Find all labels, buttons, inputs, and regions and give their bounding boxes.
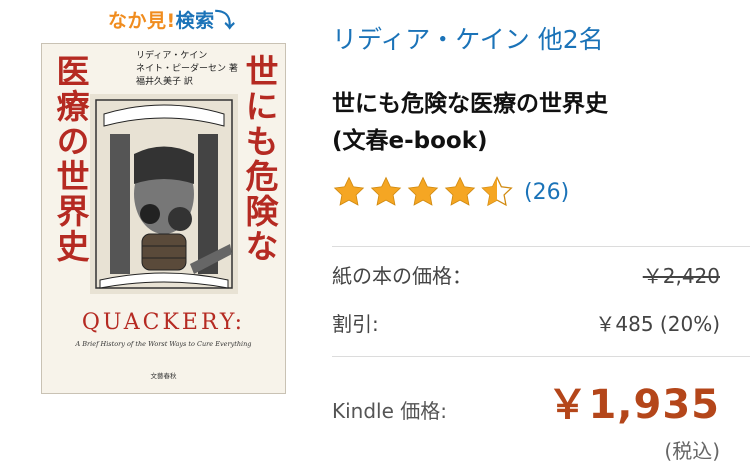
- search-label: 検索: [175, 10, 215, 32]
- cover-translator: 福井久美子 訳: [136, 77, 193, 87]
- author-link[interactable]: リディア・ケイン 他2名: [332, 20, 604, 56]
- star-full-icon: [444, 176, 476, 206]
- cover-title-left: 医療の世界史: [51, 54, 90, 264]
- rating-count-link[interactable]: (26): [524, 180, 569, 205]
- cover-english-title: QUACKERY:: [81, 310, 246, 335]
- star-full-icon: [407, 176, 439, 206]
- product-title-line2: (文春e-book): [332, 128, 488, 154]
- product-title: 世にも危険な医療の世界史 (文春e-book): [332, 86, 732, 160]
- kindle-price-label: Kindle 価格:: [332, 399, 447, 423]
- divider: [332, 356, 750, 357]
- print-price-row: 紙の本の価格： ￥2,420: [332, 260, 720, 289]
- rating-row[interactable]: (26): [332, 174, 569, 210]
- discount-label: 割引:: [332, 312, 379, 336]
- cover-authors: リディア・ケイン ネイト・ピーダーセン 著 福井久美子 訳: [136, 50, 246, 89]
- print-price-label: 紙の本の価格：: [332, 264, 472, 288]
- cover-engraving: [90, 94, 238, 294]
- look-inside-label: なか見!: [108, 10, 176, 32]
- print-price-value: ￥2,420: [642, 264, 720, 288]
- tax-included-note: (税込): [664, 439, 720, 463]
- cover-english-subtitle: A Brief History of the Worst Ways to Cur…: [75, 340, 252, 348]
- curved-arrow-icon: ⤵: [214, 8, 236, 32]
- book-cover[interactable]: 医療の世界史 世にも危険な リディア・ケイン ネイト・ピーダーセン 著 福井久美…: [41, 43, 286, 394]
- kindle-price-value: ￥1,935: [547, 382, 720, 428]
- cover-author-1: リディア・ケイン: [136, 51, 208, 61]
- kindle-price-row: Kindle 価格: ￥1,935: [332, 372, 720, 430]
- cover-publisher: 文藝春秋: [150, 372, 177, 380]
- product-title-line1: 世にも危険な医療の世界史: [332, 91, 608, 117]
- divider: [332, 246, 750, 247]
- star-rating[interactable]: [332, 175, 514, 209]
- discount-value: ￥485 (20%): [595, 312, 720, 336]
- star-full-icon: [370, 176, 402, 206]
- discount-row: 割引: ￥485 (20%): [332, 308, 720, 337]
- star-half-icon: [481, 176, 513, 207]
- cover-author-2: ネイト・ピーダーセン 著: [136, 64, 238, 74]
- look-inside-badge[interactable]: なか見!検索⤵: [108, 4, 235, 33]
- star-full-icon: [333, 176, 365, 206]
